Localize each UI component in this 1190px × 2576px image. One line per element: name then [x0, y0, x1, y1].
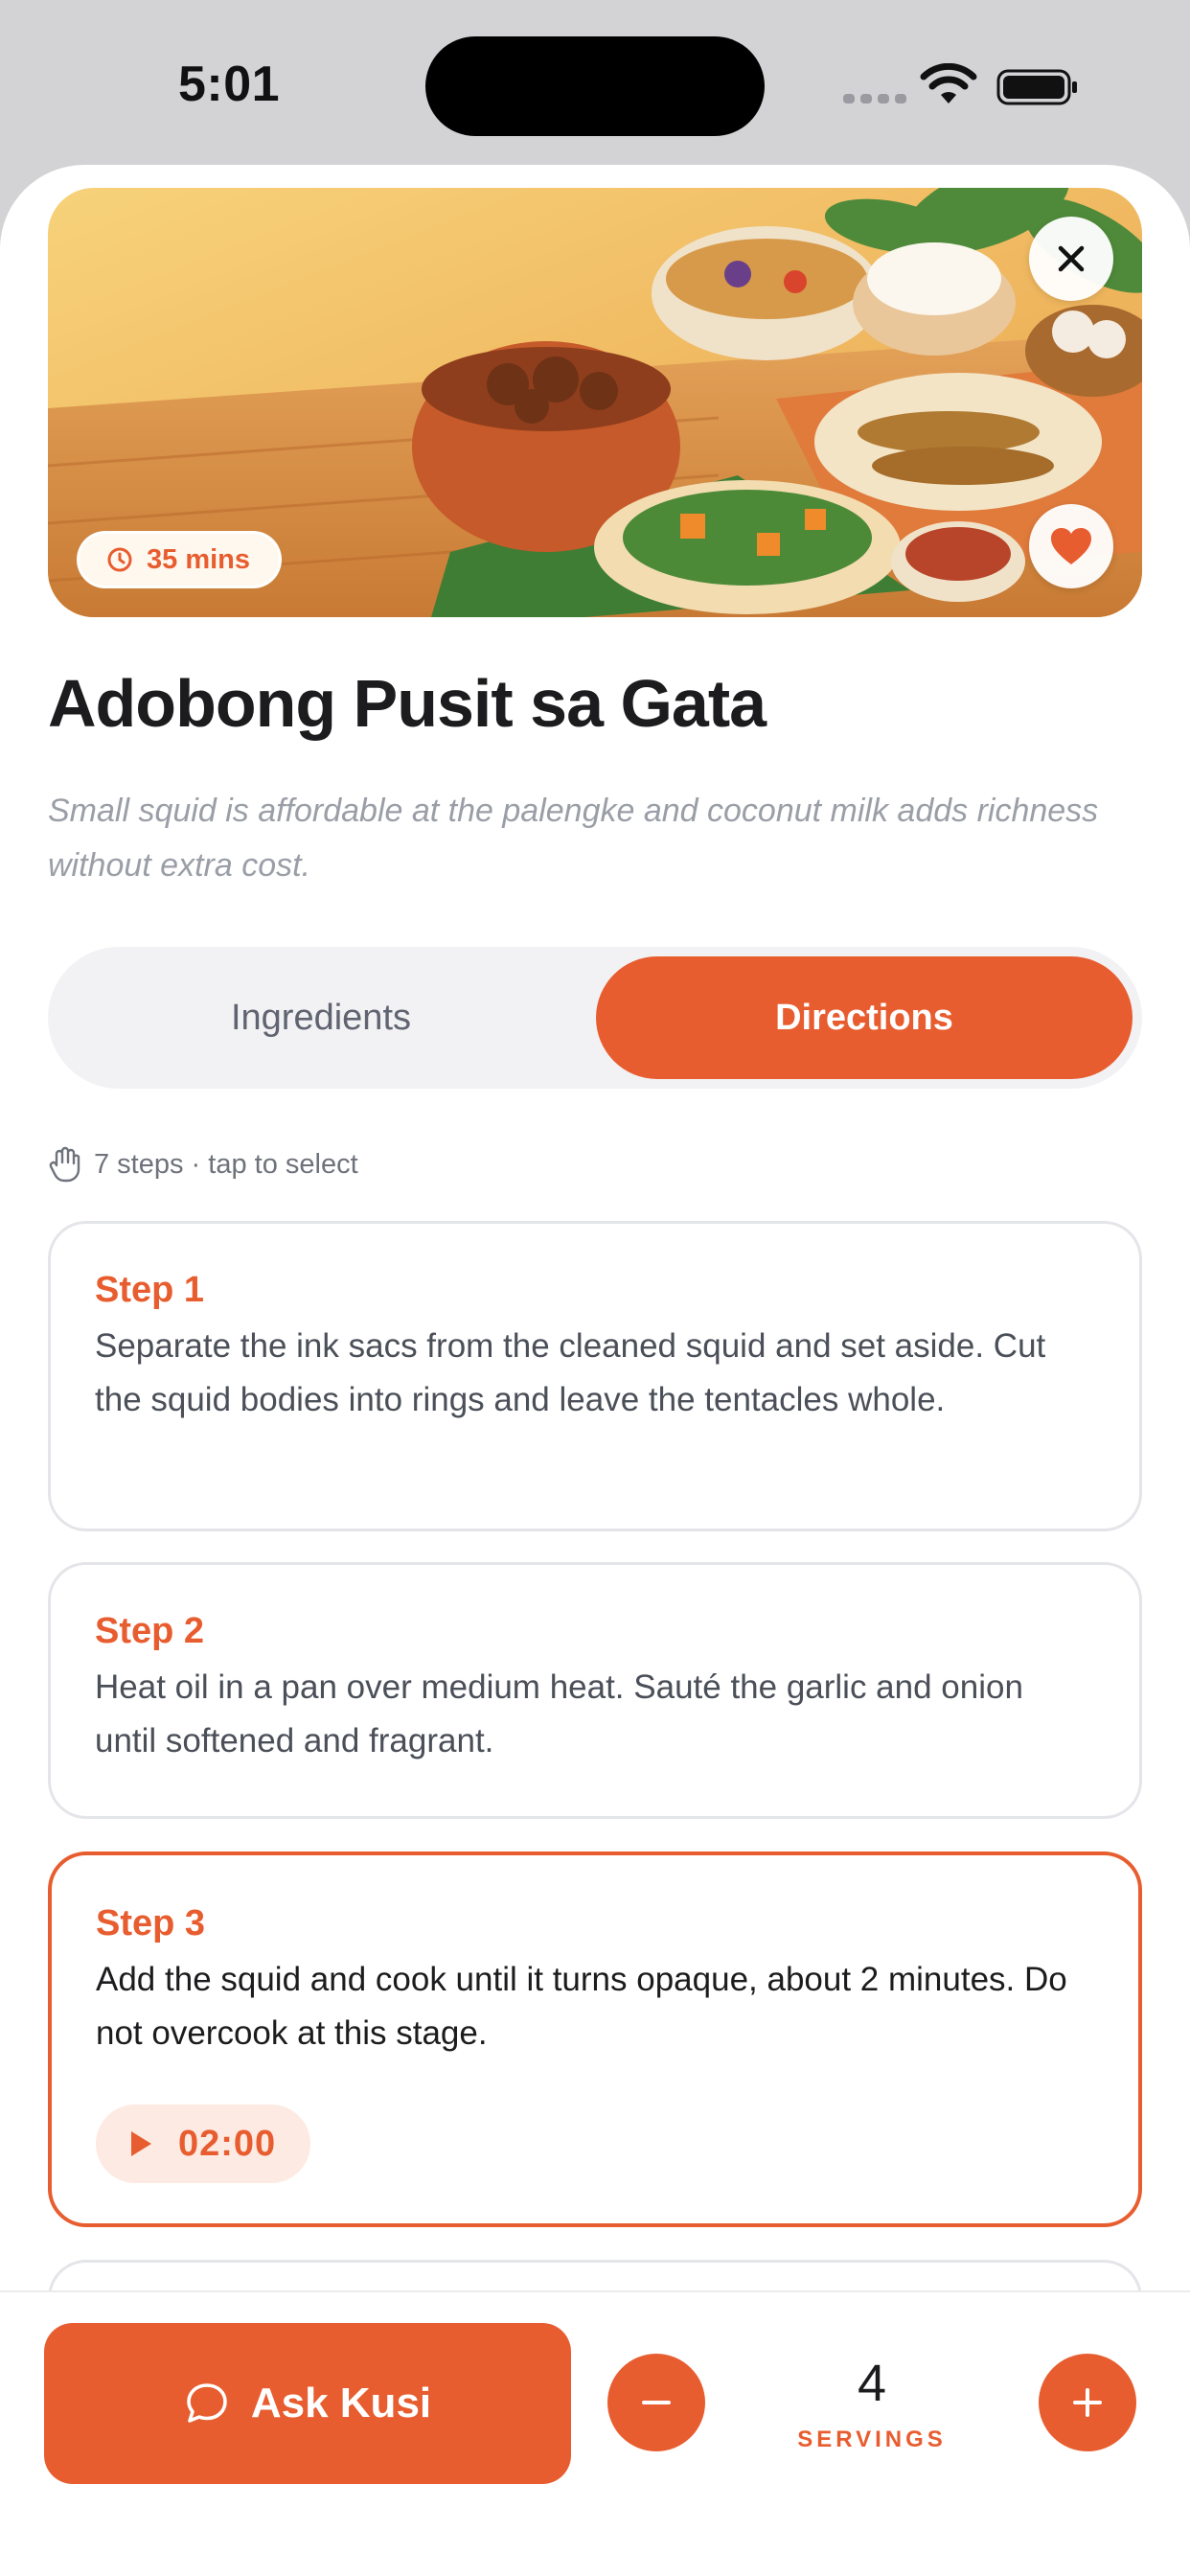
- minus-icon: [642, 2401, 671, 2404]
- decrease-servings-button[interactable]: [607, 2354, 705, 2451]
- timer-value: 02:00: [178, 2123, 277, 2164]
- servings-label: SERVINGS: [797, 2426, 947, 2452]
- step-label: Step 2: [95, 1611, 205, 1651]
- hand-tap-icon: [49, 1146, 80, 1183]
- heart-icon: [1051, 528, 1091, 564]
- favorite-button[interactable]: [1029, 504, 1113, 588]
- plus-icon: [1073, 2388, 1102, 2417]
- step-text: Heat oil in a pan over medium heat. Saut…: [95, 1668, 1023, 1760]
- tab-ingredients[interactable]: Ingredients: [48, 947, 594, 1089]
- dynamic-island: [425, 36, 765, 136]
- step-card-1[interactable]: Step 1 Separate the ink sacs from the cl…: [48, 1221, 1142, 1531]
- cellular-signal-icon: [843, 94, 906, 104]
- increase-servings-button[interactable]: [1039, 2354, 1136, 2451]
- cook-time-badge: 35 mins: [77, 531, 282, 588]
- clock-icon: [107, 547, 132, 572]
- steps-hint: 7 steps · tap to select: [48, 1146, 358, 1183]
- close-button[interactable]: [1029, 217, 1113, 301]
- bottom-bar: Ask Kusi 4 SERVINGS: [0, 2290, 1190, 2576]
- status-time: 5:01: [178, 57, 281, 112]
- ask-kusi-label: Ask Kusi: [250, 2380, 432, 2426]
- recipe-title: Adobong Pusit sa Gata: [48, 666, 767, 741]
- wifi-icon: [920, 63, 977, 104]
- close-icon: [1058, 245, 1085, 272]
- recipe-tabs: Ingredients Directions: [48, 947, 1142, 1089]
- step-timer-button[interactable]: 02:00: [96, 2104, 311, 2183]
- chat-bubble-icon: [187, 2383, 227, 2423]
- battery-icon: [996, 69, 1077, 105]
- step-label: Step 1: [95, 1270, 205, 1310]
- recipe-description: Small squid is affordable at the palengk…: [48, 793, 1099, 884]
- servings-count: 4: [857, 2355, 887, 2412]
- step-label: Step 3: [96, 1903, 206, 1944]
- step-text: Separate the ink sacs from the cleaned s…: [95, 1327, 1046, 1418]
- status-bar: 5:01: [0, 0, 1190, 163]
- ask-kusi-button[interactable]: Ask Kusi: [44, 2323, 571, 2484]
- tab-directions[interactable]: Directions: [596, 956, 1133, 1079]
- cook-time-label: 35 mins: [147, 543, 250, 575]
- step-card-2[interactable]: Step 2 Heat oil in a pan over medium hea…: [48, 1562, 1142, 1819]
- steps-hint-text: 7 steps · tap to select: [94, 1148, 358, 1180]
- step-card-3[interactable]: Step 3 Add the squid and cook until it t…: [48, 1852, 1142, 2227]
- play-icon: [131, 2131, 151, 2156]
- step-text: Add the squid and cook until it turns op…: [96, 1961, 1067, 2052]
